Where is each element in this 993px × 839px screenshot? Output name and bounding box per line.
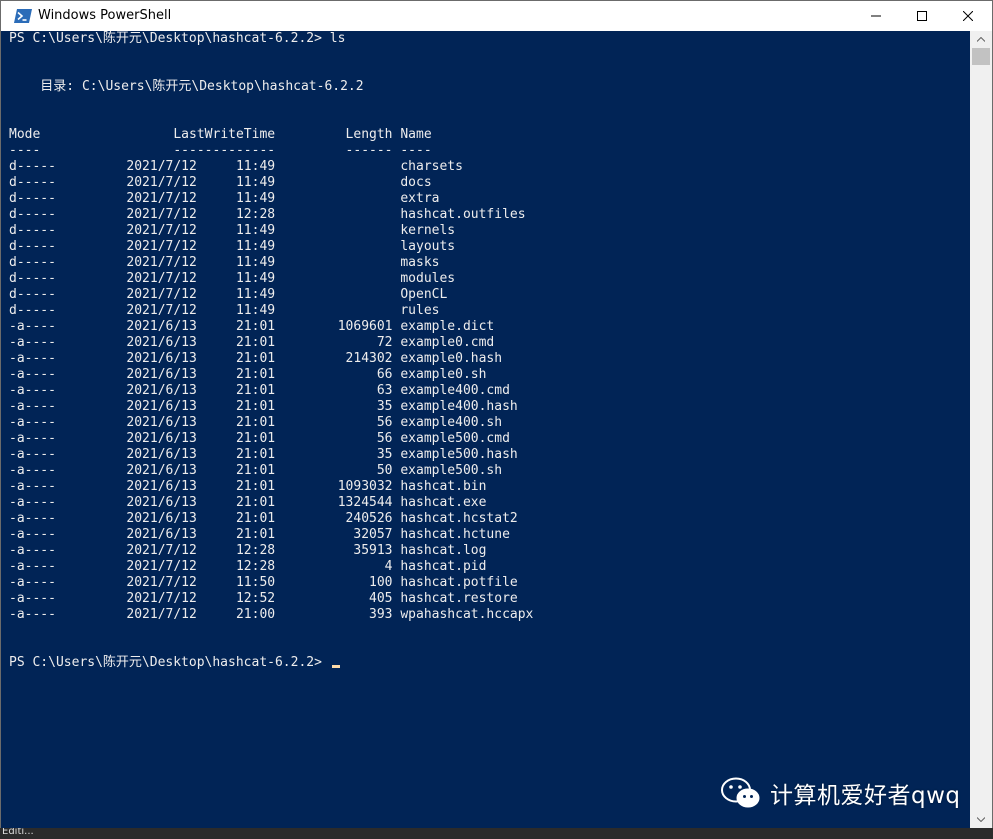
- maximize-button[interactable]: [899, 1, 945, 31]
- console-line: -a---- 2021/7/12 12:52 405 hashcat.resto…: [9, 591, 518, 606]
- scroll-up-button[interactable]: [970, 31, 992, 48]
- console-line: -a---- 2021/6/13 21:01 50 example500.sh: [9, 463, 503, 478]
- minimize-icon: [871, 15, 881, 17]
- close-icon: [963, 11, 973, 21]
- console-line: -a---- 2021/6/13 21:01 1324544 hashcat.e…: [9, 495, 487, 510]
- console-line: -a---- 2021/6/13 21:01 35 example500.has…: [9, 447, 518, 462]
- console-line: d----- 2021/7/12 11:49 OpenCL: [9, 287, 448, 302]
- powershell-window: Windows PowerShell PS C:\Users\陈开元\Deskt…: [0, 0, 993, 828]
- console-line: d----- 2021/7/12 11:49 masks: [9, 255, 440, 270]
- console-line: d----- 2021/7/12 11:49 kernels: [9, 223, 456, 238]
- console-line: d----- 2021/7/12 11:49 layouts: [9, 239, 456, 254]
- console-line: -a---- 2021/6/13 21:01 56 example400.sh: [9, 415, 503, 430]
- console-output: PS C:\Users\陈开元\Desktop\hashcat-6.2.2> l…: [9, 31, 533, 671]
- chevron-up-icon: [977, 37, 985, 42]
- console-line: -a---- 2021/6/13 21:01 72 example0.cmd: [9, 335, 495, 350]
- console-line: -a---- 2021/6/13 21:01 240526 hashcat.hc…: [9, 511, 518, 526]
- text-cursor: [331, 665, 340, 668]
- console-line: d----- 2021/7/12 11:49 docs: [9, 175, 432, 190]
- console-line: -a---- 2021/7/12 12:28 35913 hashcat.log: [9, 543, 487, 558]
- scroll-down-button[interactable]: [970, 811, 992, 828]
- console-line: d----- 2021/7/12 12:28 hashcat.outfiles: [9, 207, 526, 222]
- console-line: -a---- 2021/6/13 21:01 66 example0.sh: [9, 367, 487, 382]
- console-line: 目录: C:\Users\陈开元\Desktop\hashcat-6.2.2: [9, 79, 364, 94]
- console-line: d----- 2021/7/12 11:49 extra: [9, 191, 440, 206]
- console-line: -a---- 2021/6/13 21:01 56 example500.cmd: [9, 431, 510, 446]
- window-title: Windows PowerShell: [38, 8, 172, 23]
- wechat-icon: [721, 777, 760, 808]
- console-line: d----- 2021/7/12 11:49 rules: [9, 303, 440, 318]
- watermark-text: 计算机爱好者qwq: [770, 783, 961, 809]
- maximize-icon: [917, 11, 927, 21]
- console-area[interactable]: PS C:\Users\陈开元\Desktop\hashcat-6.2.2> l…: [1, 31, 970, 828]
- scroll-thumb[interactable]: [972, 48, 990, 65]
- console-line: -a---- 2021/7/12 21:00 393 wpahashcat.hc…: [9, 607, 534, 622]
- vertical-scrollbar[interactable]: [970, 31, 992, 828]
- powershell-icon: [14, 9, 32, 23]
- minimize-button[interactable]: [853, 1, 899, 31]
- console-line: -a---- 2021/6/13 21:01 1069601 example.d…: [9, 319, 495, 334]
- console-line: -a---- 2021/6/13 21:01 1093032 hashcat.b…: [9, 479, 487, 494]
- title-bar[interactable]: Windows PowerShell: [1, 1, 992, 31]
- watermark: 计算机爱好者qwq: [720, 776, 961, 810]
- console-line: -a---- 2021/7/12 11:50 100 hashcat.potfi…: [9, 575, 518, 590]
- close-button[interactable]: [945, 1, 991, 31]
- console-line: d----- 2021/7/12 11:49 charsets: [9, 159, 463, 174]
- console-line: Mode LastWriteTime Length Name: [9, 127, 432, 142]
- console-line: d----- 2021/7/12 11:49 modules: [9, 271, 456, 286]
- desktop-taskbar-fragment: Editi...: [0, 826, 993, 839]
- console-line: PS C:\Users\陈开元\Desktop\hashcat-6.2.2>: [9, 655, 533, 671]
- console-line: -a---- 2021/7/12 12:28 4 hashcat.pid: [9, 559, 487, 574]
- console-line: -a---- 2021/6/13 21:01 214302 example0.h…: [9, 351, 503, 366]
- console-line: -a---- 2021/6/13 21:01 32057 hashcat.hct…: [9, 527, 510, 542]
- console-line: PS C:\Users\陈开元\Desktop\hashcat-6.2.2> l…: [9, 31, 346, 46]
- console-line: ---- ------------- ------ ----: [9, 143, 432, 158]
- chevron-down-icon: [977, 817, 985, 822]
- console-line: -a---- 2021/6/13 21:01 35 example400.has…: [9, 399, 518, 414]
- console-line: -a---- 2021/6/13 21:01 63 example400.cmd: [9, 383, 510, 398]
